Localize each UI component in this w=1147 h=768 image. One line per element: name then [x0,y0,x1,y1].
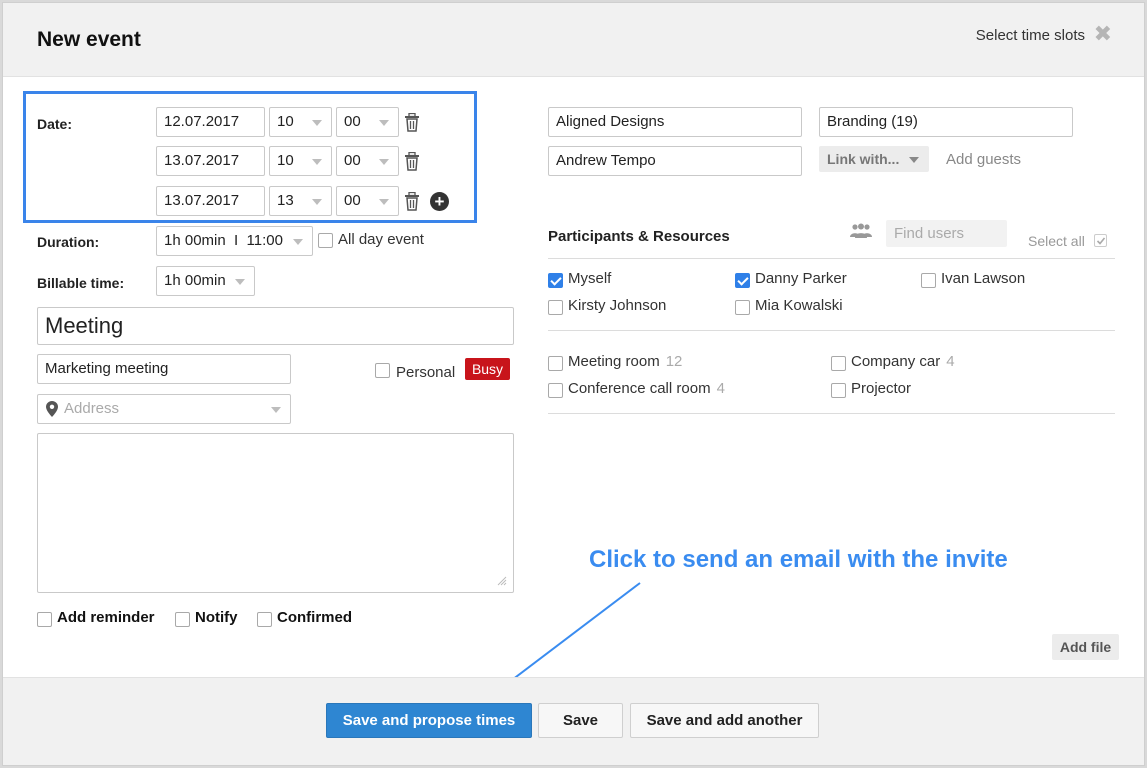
resource-name: Projector [851,380,912,397]
address-select[interactable]: Address [37,394,291,424]
start-minute-select[interactable]: 00 [336,107,399,137]
project-input[interactable]: Branding (19) [819,107,1073,137]
people-divider [548,330,1115,331]
extra-hour-select[interactable]: 13 [269,186,332,216]
all-day-label: All day event [338,231,424,248]
resource-item: Projector [851,380,911,397]
resources-divider [548,413,1115,414]
duration-value: 1h 00min I 11:00 [164,232,283,249]
start-hour-value: 10 [277,113,294,130]
billable-time-label: Billable time: [37,275,125,291]
kirsty-johnson-checkbox[interactable] [548,300,563,315]
end-hour-select[interactable]: 10 [269,146,332,176]
billable-time-value: 1h 00min [164,272,226,289]
contact-input[interactable]: Andrew Tempo [548,146,802,176]
close-icon[interactable]: ✖ [1094,21,1112,47]
save-button[interactable]: Save [538,703,623,738]
participant-name: Kirsty Johnson [568,297,667,314]
billable-time-select[interactable]: 1h 00min [156,266,255,296]
location-pin-icon [46,401,58,417]
add-date-icon[interactable]: + [430,192,449,211]
add-file-button[interactable]: Add file [1052,634,1119,660]
new-event-dialog: New event Select time slots ✖ Date: 12.0… [2,2,1145,766]
participant-name: Danny Parker [755,270,847,287]
duration-select[interactable]: 1h 00min I 11:00 [156,226,313,256]
start-hour-select[interactable]: 10 [269,107,332,137]
find-users-input[interactable]: Find users [886,220,1007,247]
projector-checkbox[interactable] [831,383,846,398]
personal-label: Personal [396,364,456,381]
link-with-dropdown[interactable]: Link with... [819,146,929,172]
end-date-input[interactable]: 13.07.2017 [156,146,265,176]
trash-icon[interactable] [404,152,420,171]
company-input[interactable]: Aligned Designs [548,107,802,137]
dialog-title: New event [37,28,141,51]
users-icon [850,223,872,238]
annotation-text: Click to send an email with the invite [589,546,1008,573]
save-and-add-another-button[interactable]: Save and add another [630,703,819,738]
duration-label: Duration: [37,234,100,250]
select-all-label: Select all [1028,233,1085,249]
company-car-checkbox[interactable] [831,356,846,371]
select-time-slots-link[interactable]: Select time slots [976,27,1085,44]
trash-icon[interactable] [404,113,420,132]
select-all-checkbox[interactable] [1094,234,1107,247]
resource-name: Company car [851,353,941,370]
all-day-checkbox[interactable] [318,233,333,248]
ivan-lawson-checkbox[interactable] [921,273,936,288]
start-date-input[interactable]: 12.07.2017 [156,107,265,137]
extra-date-input[interactable]: 13.07.2017 [156,186,265,216]
resource-count: 4 [716,380,725,397]
resize-handle-icon[interactable] [497,576,507,586]
conference-call-room-checkbox[interactable] [548,383,563,398]
busy-badge[interactable]: Busy [465,358,510,380]
participant-name: Myself [568,270,612,287]
notify-label: Notify [195,609,238,626]
address-placeholder: Address [64,400,120,417]
add-reminder-label: Add reminder [57,609,155,626]
notify-checkbox[interactable] [175,612,190,627]
extra-hour-value: 13 [277,192,294,209]
dialog-header: New event Select time slots ✖ [3,3,1144,77]
resource-item: Conference call room 4 [568,380,725,397]
participants-divider [548,258,1115,259]
event-title-input[interactable]: Meeting [37,307,514,345]
participant-name: Mia Kowalski [755,297,843,314]
personal-checkbox[interactable] [375,363,390,378]
date-label: Date: [37,116,73,132]
confirmed-label: Confirmed [277,609,352,626]
resource-item: Meeting room 12 [568,353,682,370]
mia-kowalski-checkbox[interactable] [735,300,750,315]
extra-minute-value: 00 [344,192,361,209]
end-hour-value: 10 [277,152,294,169]
description-textarea[interactable] [37,433,514,593]
end-minute-value: 00 [344,152,361,169]
resource-name: Meeting room [568,353,660,370]
link-with-label: Link with... [827,151,900,167]
add-reminder-checkbox[interactable] [37,612,52,627]
participant-name: Ivan Lawson [941,270,1026,287]
meeting-room-checkbox[interactable] [548,356,563,371]
check-icon [1096,237,1106,245]
end-minute-select[interactable]: 00 [336,146,399,176]
trash-icon[interactable] [404,192,420,211]
resource-count: 4 [946,353,955,370]
save-and-propose-times-button[interactable]: Save and propose times [326,703,532,738]
myself-checkbox[interactable] [548,273,563,288]
extra-minute-select[interactable]: 00 [336,186,399,216]
add-guests-link[interactable]: Add guests [946,151,1021,168]
resource-count: 12 [665,353,683,370]
danny-parker-checkbox[interactable] [735,273,750,288]
resource-item: Company car 4 [851,353,955,370]
start-minute-value: 00 [344,113,361,130]
participants-title: Participants & Resources [548,228,730,245]
resource-name: Conference call room [568,380,711,397]
dialog-footer: Save and propose times Save Save and add… [3,677,1144,765]
confirmed-checkbox[interactable] [257,612,272,627]
event-type-input[interactable]: Marketing meeting [37,354,291,384]
